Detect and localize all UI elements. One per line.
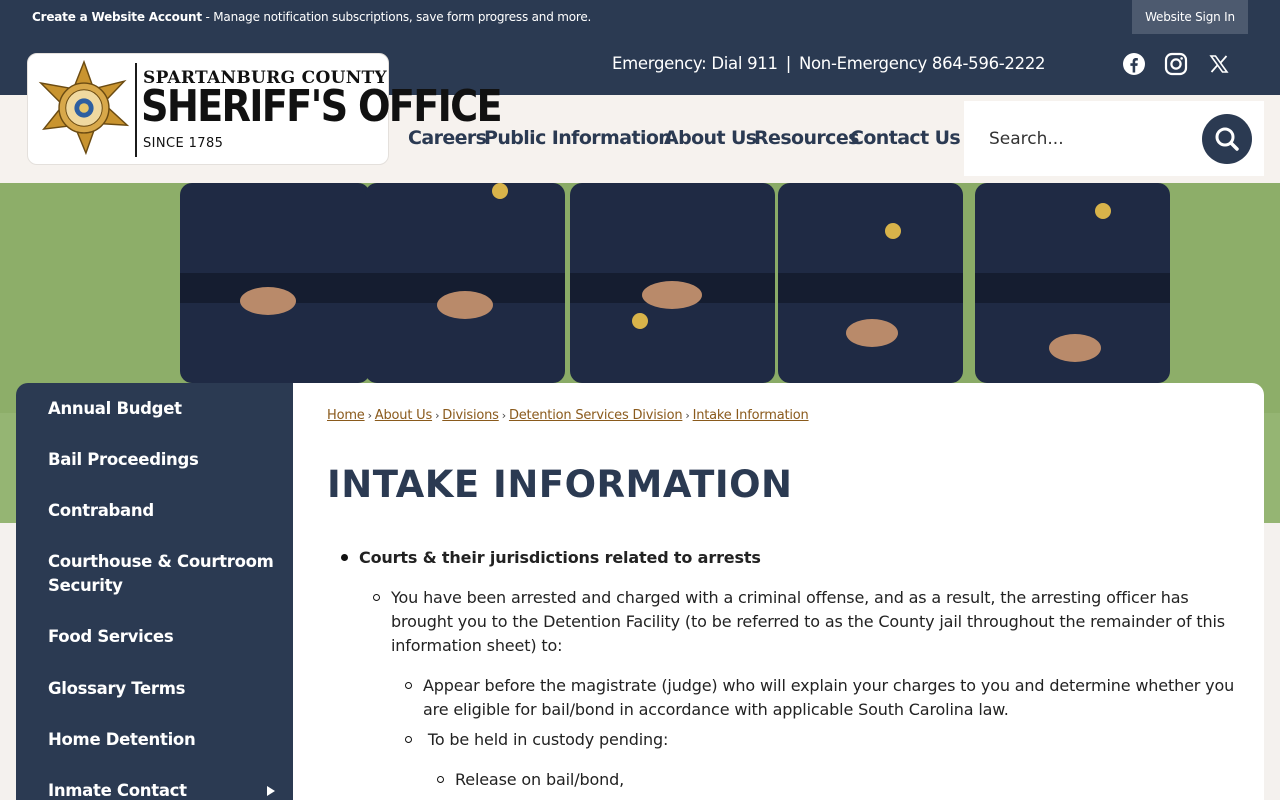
- nav-contact-us[interactable]: Contact Us: [850, 127, 961, 149]
- section-heading: Courts & their jurisdictions related to …: [359, 548, 761, 567]
- nav-resources[interactable]: Resources: [754, 127, 859, 149]
- sidebar-nav: Annual Budget Bail Proceedings Contraban…: [16, 383, 293, 800]
- site-search: [964, 101, 1264, 176]
- logo-office-name: SHERIFF'S OFFICE: [141, 81, 503, 132]
- search-icon: [1215, 127, 1239, 151]
- page-title: INTAKE INFORMATION: [327, 463, 793, 506]
- x-icon[interactable]: [1207, 52, 1231, 76]
- sidebar-item-bail-proceedings[interactable]: Bail Proceedings: [48, 448, 278, 472]
- bullet-disc: [341, 554, 348, 561]
- sidebar-item-inmate-contact[interactable]: Inmate Contact: [48, 779, 278, 800]
- breadcrumb-detention-services[interactable]: Detention Services Division: [509, 408, 683, 423]
- sidebar-item-contraband[interactable]: Contraband: [48, 499, 278, 523]
- breadcrumb-separator: ›: [501, 409, 506, 422]
- expand-arrow-icon[interactable]: [267, 786, 275, 796]
- logo-since: SINCE 1785: [143, 136, 224, 151]
- bullet-circle: [373, 594, 380, 601]
- facebook-icon[interactable]: [1122, 52, 1146, 76]
- search-button[interactable]: [1202, 114, 1252, 164]
- emergency-separator: |: [785, 54, 792, 73]
- breadcrumb: Home › About Us › Divisions › Detention Servic…: [327, 408, 809, 423]
- breadcrumb-separator: ›: [435, 409, 440, 422]
- sidebar-item-courthouse-security[interactable]: Courthouse & Courtroom Security: [48, 550, 278, 598]
- nav-about-us[interactable]: About Us: [664, 127, 757, 149]
- bullet-circle: [405, 682, 412, 689]
- create-account-link[interactable]: Create a Website Account - Manage notifi…: [32, 10, 591, 24]
- instagram-icon[interactable]: [1164, 52, 1188, 76]
- sidebar-item-annual-budget[interactable]: Annual Budget: [48, 397, 278, 421]
- nav-careers[interactable]: Careers: [408, 127, 487, 149]
- bullet-circle: [405, 736, 412, 743]
- main-content: Home › About Us › Divisions › Detention Servic…: [293, 383, 1264, 800]
- search-input[interactable]: [964, 101, 1200, 176]
- sheriff-office-logo[interactable]: SPARTANBURG COUNTY SHERIFF'S OFFICE SINC…: [27, 53, 503, 165]
- breadcrumb-home[interactable]: Home: [327, 408, 365, 423]
- nav-public-information[interactable]: Public Information: [484, 127, 672, 149]
- sheriff-badge-icon: [38, 60, 130, 156]
- logo-divider: [135, 63, 137, 157]
- non-emergency-number: Non-Emergency 864-596-2222: [798, 54, 1046, 73]
- release-bail-item: Release on bail/bond,: [455, 770, 625, 789]
- breadcrumb-divisions[interactable]: Divisions: [442, 408, 499, 423]
- sidebar-item-home-detention[interactable]: Home Detention: [48, 728, 278, 752]
- arrest-paragraph: You have been arrested and charged with …: [391, 588, 1225, 655]
- bullet-circle: [437, 776, 444, 783]
- create-account-description: - Manage notification subscriptions, sav…: [201, 10, 592, 24]
- breadcrumb-separator: ›: [685, 409, 690, 422]
- emergency-numbers: Emergency: Dial 911 | Non-Emergency 864-59…: [612, 54, 1046, 73]
- website-sign-in-button[interactable]: Website Sign In: [1132, 0, 1248, 34]
- magistrate-item: Appear before the magistrate (judge) who…: [423, 676, 1235, 719]
- utility-bar: Create a Website Account - Manage notifi…: [0, 0, 1280, 36]
- breadcrumb-separator: ›: [367, 409, 372, 422]
- breadcrumb-intake-information[interactable]: Intake Information: [693, 408, 809, 423]
- create-account-label[interactable]: Create a Website Account: [32, 10, 202, 24]
- custody-item: To be held in custody pending:: [423, 730, 669, 749]
- sidebar-item-food-services[interactable]: Food Services: [48, 625, 278, 649]
- sidebar-item-glossary-terms[interactable]: Glossary Terms: [48, 677, 278, 701]
- emergency-number: Emergency: Dial 911: [612, 54, 778, 73]
- breadcrumb-about-us[interactable]: About Us: [375, 408, 432, 423]
